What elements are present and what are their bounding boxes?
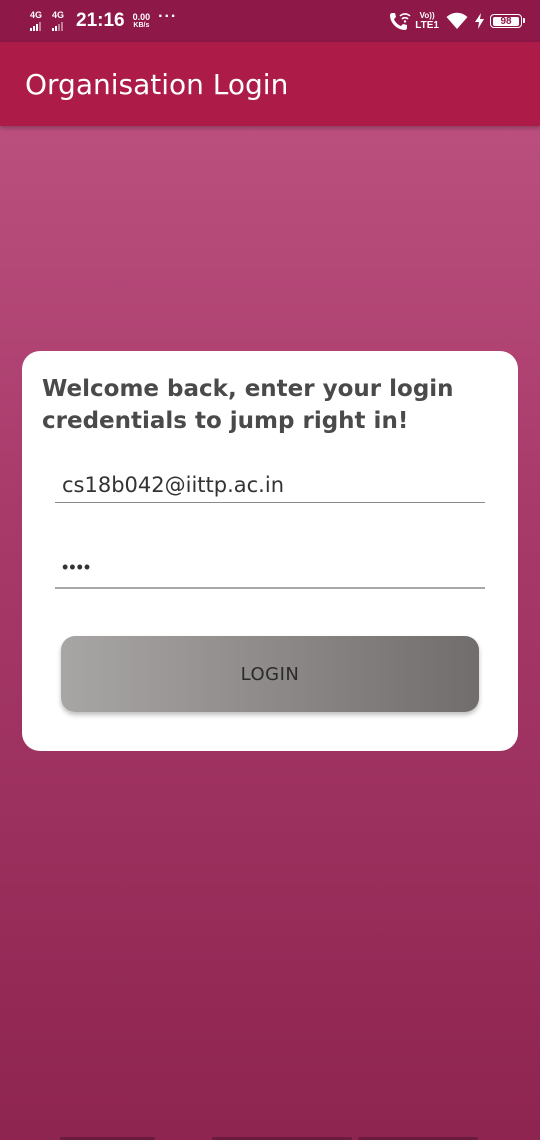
network-speed-value: 0.00 — [132, 11, 151, 22]
email-field[interactable]: cs18b042@iittp.ac.in — [55, 469, 485, 503]
page-title: Organisation Login — [25, 68, 289, 101]
login-card: Welcome back, enter your login credentia… — [22, 351, 518, 751]
password-field[interactable]: •••• — [55, 553, 485, 589]
status-bar-left: 4G 4G 21:16 0.00 KB/s ··· — [30, 8, 177, 34]
password-masked-value: •••• — [62, 557, 92, 577]
wifi-icon — [446, 12, 468, 30]
sim2-signal-icon: 4G — [52, 11, 64, 31]
charging-icon — [475, 13, 484, 29]
app-bar: Organisation Login — [0, 42, 540, 126]
status-bar: 4G 4G 21:16 0.00 KB/s ··· Vo)) LTE1 98 — [0, 0, 540, 42]
status-bar-right: Vo)) LTE1 98 — [382, 9, 525, 33]
volte-indicator: Vo)) LTE1 — [415, 11, 439, 31]
battery-icon: 98 — [490, 14, 525, 28]
volte-top-label: Vo)) — [419, 11, 435, 20]
battery-level: 98 — [493, 16, 519, 26]
login-button-label: LOGIN — [240, 663, 300, 685]
welcome-message: Welcome back, enter your login credentia… — [42, 376, 454, 434]
sim1-signal-icon: 4G — [30, 11, 42, 31]
email-value: cs18b042@iittp.ac.in — [62, 473, 284, 497]
network-speed-unit: KB/s — [133, 21, 150, 29]
wifi-calling-icon — [389, 11, 411, 31]
sim2-network-label: 4G — [52, 10, 65, 20]
sim1-network-label: 4G — [30, 10, 43, 20]
more-notifications-icon: ··· — [158, 8, 178, 25]
login-button[interactable]: LOGIN — [61, 636, 479, 712]
volte-bottom-label: LTE1 — [415, 20, 439, 31]
network-speed: 0.00 KB/s — [132, 11, 151, 30]
status-time: 21:16 — [76, 10, 125, 31]
